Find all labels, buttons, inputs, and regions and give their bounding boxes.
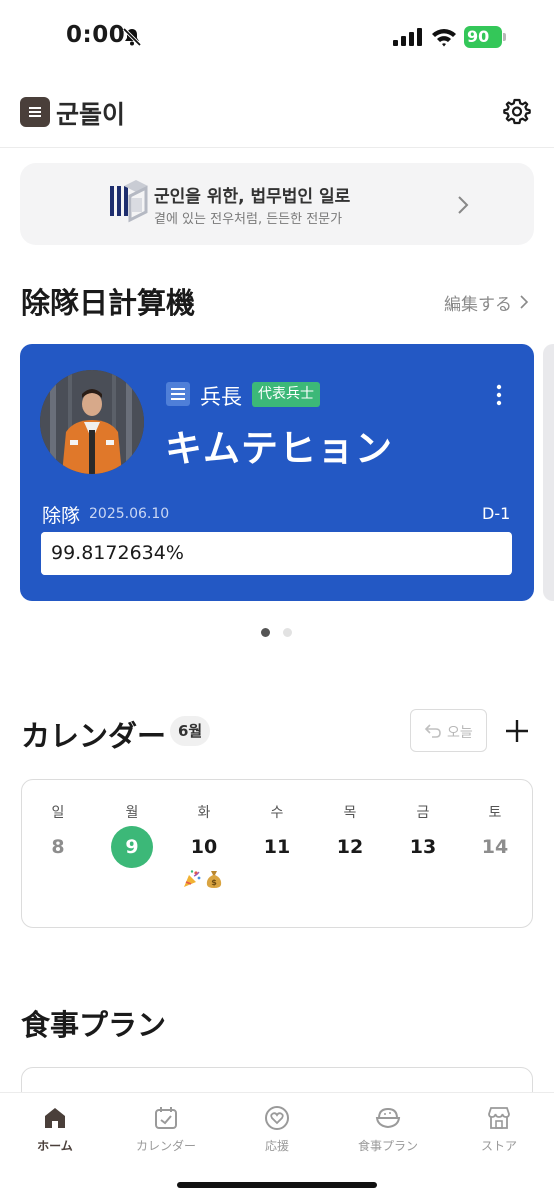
discharge-section-title: 除隊日計算機: [21, 286, 196, 320]
rice-bowl-icon: [375, 1107, 401, 1129]
battery-level: 90: [464, 26, 502, 48]
discharge-date: 2025.06.10: [89, 506, 170, 522]
app-logo-icon: [20, 97, 50, 127]
banner-subtitle: 곁에 있는 전우처럼, 든든한 전문가: [154, 212, 343, 227]
pagination-dot: [283, 628, 292, 637]
month-badge[interactable]: 6월: [170, 716, 211, 746]
tab-meal-plan[interactable]: 食事プラン: [333, 1093, 443, 1163]
tab-label: ストア: [480, 1139, 517, 1153]
soldier-name: キムテヒョン: [165, 427, 393, 470]
weekday-wed: 수: [270, 805, 284, 821]
bell-off-icon: [122, 27, 142, 47]
discharge-label: 除隊: [42, 505, 81, 527]
edit-link[interactable]: 編集する: [444, 290, 512, 315]
store-icon: [488, 1107, 510, 1129]
pagination-dot-active: [261, 628, 270, 637]
rank-insignia-icon: [166, 382, 190, 406]
soldier-card[interactable]: 兵長 代表兵士 キムテヒョン 除隊 2025.06.10 D-1 99.8172…: [20, 344, 534, 601]
week-calendar: 일 월 화 수 목 금 토 8 9 10 11 12 13 14 $: [21, 779, 533, 928]
weekday-mon: 월: [125, 805, 139, 821]
svg-text:$: $: [211, 878, 217, 887]
banner-title: 군인을 위한, 법무법인 일로: [154, 187, 351, 207]
weekday-fri: 금: [416, 805, 430, 821]
weekday-sun: 일: [51, 805, 65, 821]
party-popper-icon: [184, 870, 201, 887]
today-button[interactable]: 오늘: [410, 709, 487, 752]
day-cell[interactable]: 11: [247, 836, 307, 858]
weekday-sat: 토: [488, 805, 502, 821]
app-screen: 0:00 90 군돌이 군인을 위한, 법무법인 일로 곁에 있는 전우처럼, …: [0, 0, 554, 1200]
day-cell[interactable]: 13: [393, 836, 453, 858]
battery-indicator: 90: [464, 26, 506, 48]
heart-icon: [265, 1106, 289, 1130]
soldier-avatar: [40, 370, 144, 474]
more-options-icon[interactable]: [494, 384, 504, 406]
day-cell[interactable]: 10: [174, 836, 234, 858]
app-title: 군돌이: [56, 100, 126, 129]
undo-icon: [424, 724, 441, 738]
day-cell-today[interactable]: 9: [102, 836, 162, 858]
edit-chevron-icon: [520, 295, 529, 309]
progress-percent: 99.8172634%: [51, 542, 184, 564]
tab-store[interactable]: ストア: [444, 1093, 554, 1163]
day-cell[interactable]: 12: [320, 836, 380, 858]
tab-calendar[interactable]: カレンダー: [111, 1093, 221, 1163]
dday-counter: D-1: [482, 504, 511, 523]
day-cell[interactable]: 14: [465, 836, 525, 858]
wifi-icon: [432, 29, 456, 47]
money-bag-icon: $: [206, 871, 222, 888]
weekday-thu: 목: [343, 805, 357, 821]
day-cell[interactable]: 8: [28, 836, 88, 858]
status-bar: 0:00 90: [0, 0, 554, 76]
cellular-signal-icon: [393, 28, 422, 46]
battery-tip: [503, 33, 506, 41]
tab-label: ホーム: [37, 1139, 73, 1153]
avatar-photo-icon: [40, 370, 144, 474]
tab-support[interactable]: 応援: [222, 1093, 332, 1163]
home-icon: [45, 1108, 65, 1128]
tab-label: 食事プラン: [357, 1139, 418, 1153]
tab-label: カレンダー: [135, 1139, 196, 1153]
law-firm-logo-icon: [110, 180, 148, 223]
home-indicator: [177, 1182, 377, 1188]
calendar-section-title: カレンダー: [21, 719, 167, 753]
meal-section-title: 食事プラン: [21, 1008, 167, 1042]
next-card-peek[interactable]: [543, 344, 554, 601]
tab-label: 応援: [264, 1139, 289, 1153]
chevron-right-icon: [458, 196, 469, 214]
tab-home[interactable]: ホーム: [0, 1093, 110, 1163]
app-header: 군돌이: [0, 76, 554, 148]
representative-badge: 代表兵士: [252, 382, 320, 407]
rank-label: 兵長: [200, 385, 242, 409]
calendar-check-icon: [155, 1107, 177, 1129]
add-event-icon[interactable]: [505, 719, 529, 743]
today-label: 오늘: [447, 725, 473, 741]
service-progress-bar: 99.8172634%: [41, 532, 512, 575]
status-time: 0:00: [66, 22, 126, 48]
weekday-tue: 화: [197, 805, 211, 821]
gear-icon[interactable]: [502, 97, 532, 127]
